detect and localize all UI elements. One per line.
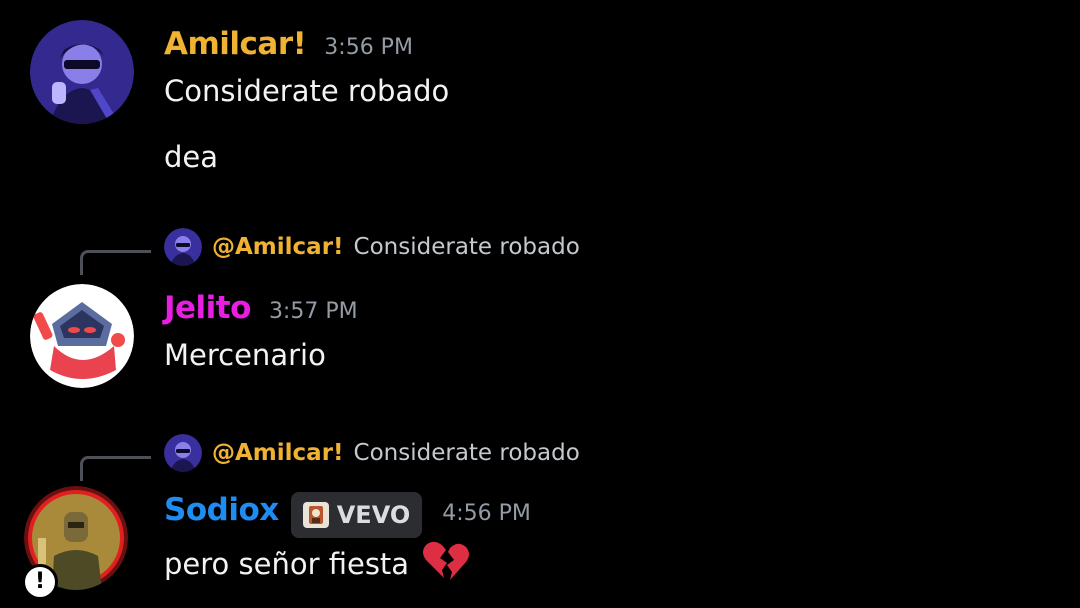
reply-spine: [80, 250, 151, 275]
reply-spine: [80, 456, 151, 481]
vevo-tag-icon: [302, 502, 329, 528]
reply-text[interactable]: Considerate robado: [354, 440, 580, 466]
reply-mention[interactable]: @Amilcar!: [212, 234, 344, 260]
avatar-status-badge: !: [22, 564, 58, 600]
message-amilcar: Amilcar! 3:56 PM Considerate robado dea: [0, 0, 1080, 200]
avatar-jelito[interactable]: [30, 284, 134, 388]
avatar-amilcar[interactable]: [30, 20, 134, 124]
author-name[interactable]: Sodiox: [164, 492, 279, 528]
reply-mention[interactable]: @Amilcar!: [212, 440, 344, 466]
message-sodiox: @Amilcar! Considerate robado ! Sodiox VE…: [0, 430, 1080, 608]
author-name[interactable]: Jelito: [164, 290, 251, 326]
message-text: Considerate robado: [164, 74, 450, 108]
message-text: dea: [164, 140, 219, 174]
message-jelito: @Amilcar! Considerate robado Jelito 3:57…: [0, 222, 1080, 402]
avatar-jelito-image: [30, 284, 134, 388]
author-name[interactable]: Amilcar!: [164, 26, 307, 62]
reply-reference[interactable]: @Amilcar! Considerate robado: [164, 434, 580, 472]
timestamp[interactable]: 3:56 PM: [324, 35, 413, 60]
message-text-row: pero señor fiesta: [164, 538, 470, 582]
server-tag[interactable]: VEVO: [290, 492, 423, 538]
message-text: pero señor fiesta: [164, 547, 410, 581]
avatar-amilcar-image: [30, 20, 134, 124]
reply-avatar: [164, 228, 202, 266]
message-text: Mercenario: [164, 338, 326, 372]
server-tag-label: VEVO: [336, 501, 411, 529]
reply-reference[interactable]: @Amilcar! Considerate robado: [164, 228, 580, 266]
reply-avatar: [164, 434, 202, 472]
timestamp[interactable]: 4:56 PM: [442, 501, 531, 526]
timestamp[interactable]: 3:57 PM: [269, 299, 358, 324]
reply-text[interactable]: Considerate robado: [354, 234, 580, 260]
broken-heart-icon: [423, 541, 470, 580]
